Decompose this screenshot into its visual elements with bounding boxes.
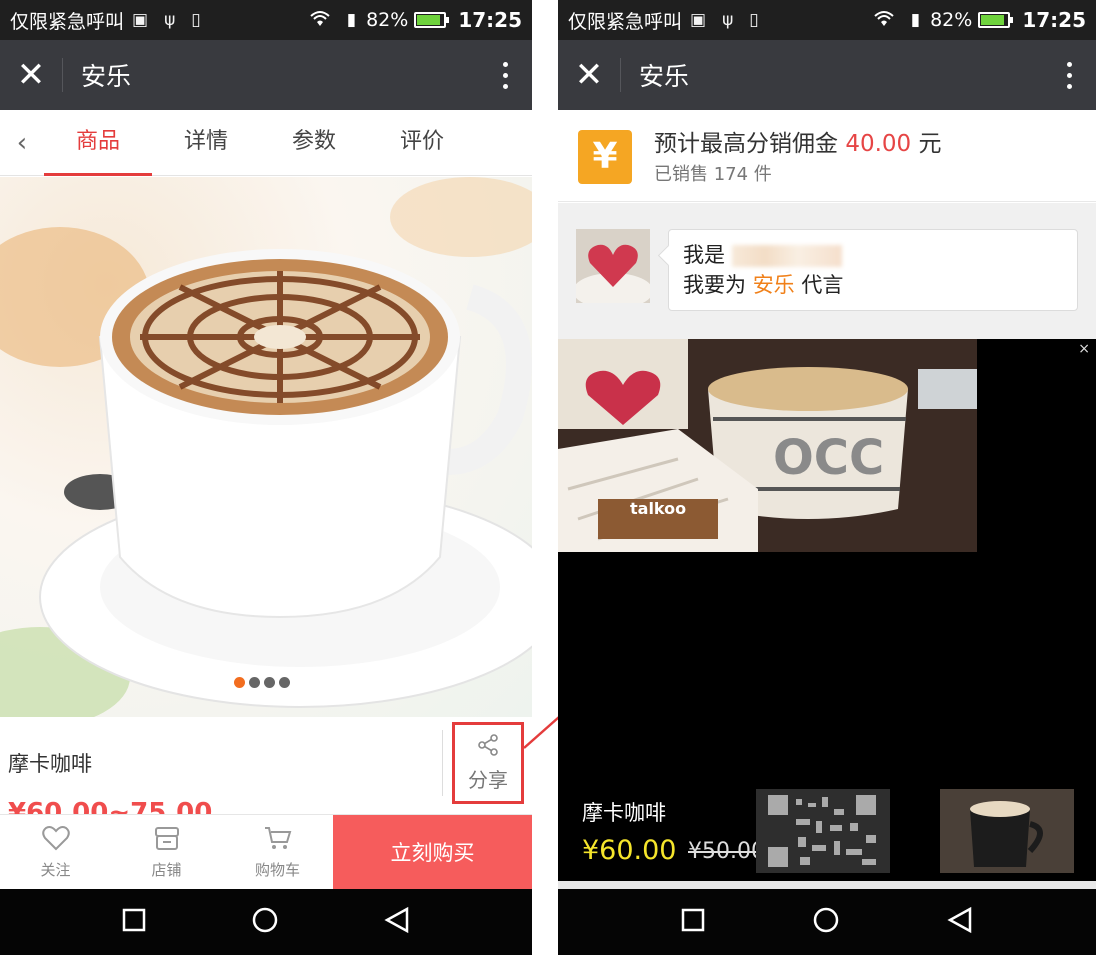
share-divider [442,730,443,796]
close-icon[interactable]: ✕ [0,40,62,110]
recent-apps-icon[interactable] [121,907,147,937]
coffee-cup-image [0,177,532,717]
share-icon [477,733,499,760]
page-title: 安乐 [81,62,132,91]
svg-text:OCC: OCC [773,430,884,486]
page-title: 安乐 [639,62,690,91]
carousel-indicator [234,677,290,688]
usb-icon: ψ [164,10,176,30]
tab-details[interactable]: 详情 [152,110,260,176]
carrier-label: 仅限紧急呼叫 [10,10,125,33]
product-detail-screen: 仅限紧急呼叫 ▣ ψ ▯ ▮ 82% 17:25 ✕ 安乐 ‹ 商品 详情 参数… [0,0,532,955]
poster-thumbnail-image [940,789,1074,873]
tab-params[interactable]: 参数 [260,110,368,176]
yen-icon: ¥ [578,130,632,184]
title-bar: ✕ 安乐 [558,40,1096,110]
carousel-dot-active [234,677,245,688]
blurred-username [731,245,842,267]
carrier-label: 仅限紧急呼叫 [568,10,683,33]
share-poster-screen: 仅限紧急呼叫 ▣ ψ ▯ ▮ 82% 17:25 ✕ 安乐 ¥ 预计最高分销佣金… [558,0,1096,955]
poster-product-name: 摩卡咖啡 [582,801,666,825]
poster-price: ¥60.00 [582,835,677,866]
image-notification-icon: ▣ [690,10,707,30]
share-button[interactable]: 分享 [452,722,524,804]
more-options-icon[interactable] [478,61,532,89]
endorsement-card: 我是 我要为 安乐 代言 [558,203,1096,339]
bottom-action-bar: 关注 店铺 购物车 立刻购买 [0,814,532,889]
recent-apps-icon[interactable] [680,907,706,937]
commission-unit: 元 [918,131,942,157]
endorse-intro: 我是 [683,243,725,267]
sold-count: 已销售 174 件 [654,164,772,185]
endorse-suffix: 代言 [801,273,844,297]
clock: 17:25 [1022,8,1086,32]
tab-product[interactable]: 商品 [44,110,152,176]
share-poster[interactable]: OCC talkoo × 摩卡咖啡 ¥60.00 ¥50.00 [558,339,1096,881]
battery-percent: 82% [930,9,973,31]
cart-button[interactable]: 购物车 [222,815,333,889]
tab-reviews[interactable]: 评价 [368,110,476,176]
share-label: 分享 [468,767,508,792]
back-icon[interactable] [946,906,974,938]
title-divider [620,58,621,92]
store-icon [153,825,181,855]
title-divider [62,58,63,92]
battery-icon [414,12,450,28]
sim-icon: ▯ [749,10,759,30]
qr-code-icon [756,789,890,873]
status-bar: 仅限紧急呼叫 ▣ ψ ▯ ▮ 82% 17:25 [558,0,1096,40]
carousel-dot [249,677,260,688]
commission-banner: ¥ 预计最高分销佣金 40.00 元 已销售 174 件 [558,112,1096,202]
home-icon[interactable] [811,905,841,939]
android-nav-bar [558,889,1096,955]
wifi-icon [307,8,333,33]
poster-product-photo: OCC talkoo [558,339,977,552]
endorse-prefix: 我要为 [683,273,746,297]
follow-button[interactable]: 关注 [0,815,111,889]
battery-icon [978,12,1014,28]
poster-close-icon[interactable]: × [1078,341,1090,357]
android-nav-bar [0,889,532,955]
back-chevron-icon[interactable]: ‹ [0,128,44,158]
close-icon[interactable]: ✕ [558,40,620,110]
product-name: 摩卡咖啡 [8,752,92,776]
sim-card-icon: ▮ [910,10,921,30]
sim-icon: ▯ [191,10,201,30]
cart-icon [263,825,293,855]
poster-original-price: ¥50.00 [688,839,765,864]
avatar [576,229,650,303]
wifi-icon [871,8,897,33]
product-price-range: ¥60.00~75.00 [8,798,213,814]
product-image-carousel[interactable] [0,177,532,717]
cart-label: 购物车 [254,860,300,879]
svg-text:talkoo: talkoo [630,499,686,518]
product-info: 摩卡咖啡 ¥60.00~75.00 分享 [0,718,532,814]
image-notification-icon: ▣ [132,10,149,30]
endorsement-bubble: 我是 我要为 安乐 代言 [668,229,1078,311]
buy-now-button[interactable]: 立刻购买 [333,815,532,889]
title-bar: ✕ 安乐 [0,40,532,110]
heart-icon [41,825,70,855]
store-label: 店铺 [151,860,182,879]
carousel-dot [279,677,290,688]
commission-prefix: 预计最高分销佣金 [654,131,838,157]
carousel-dot [264,677,275,688]
commission-amount: 40.00 [845,131,912,157]
back-icon[interactable] [383,906,411,938]
status-bar: 仅限紧急呼叫 ▣ ψ ▯ ▮ 82% 17:25 [0,0,532,40]
clock: 17:25 [458,8,522,32]
follow-label: 关注 [40,860,71,879]
battery-percent: 82% [366,9,409,31]
store-button[interactable]: 店铺 [111,815,222,889]
usb-icon: ψ [722,10,734,30]
commission-text: 预计最高分销佣金 40.00 元 [654,124,941,158]
poster-footer-strip [558,881,1096,889]
sim-card-icon: ▮ [346,10,357,30]
more-options-icon[interactable] [1042,61,1096,89]
endorse-brand: 安乐 [752,273,795,297]
product-tabs: ‹ 商品 详情 参数 评价 [0,110,532,176]
home-icon[interactable] [250,905,280,939]
screenshot-root: 仅限紧急呼叫 ▣ ψ ▯ ▮ 82% 17:25 ✕ 安乐 ‹ 商品 详情 参数… [0,0,1096,955]
